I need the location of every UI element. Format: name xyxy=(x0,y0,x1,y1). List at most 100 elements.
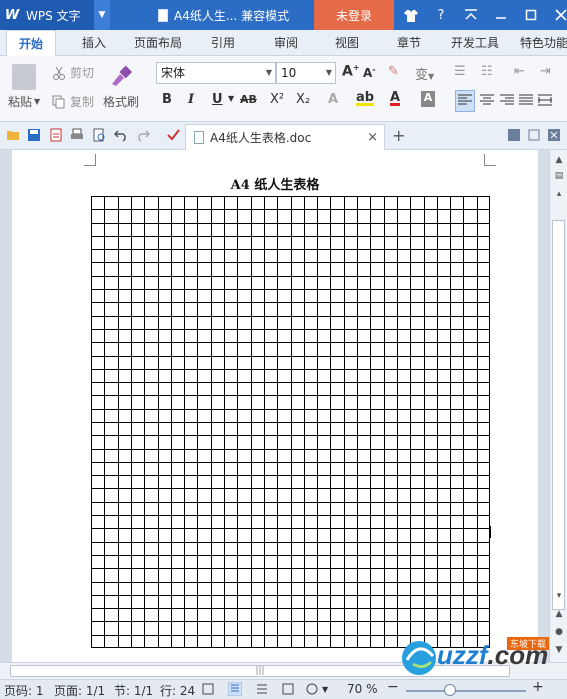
collapse-ribbon-icon[interactable] xyxy=(456,0,486,30)
vertical-scroll-thumb[interactable] xyxy=(552,220,565,610)
tab-insert[interactable]: 插入 xyxy=(82,30,106,56)
underline-button[interactable]: U xyxy=(212,92,223,107)
status-pages: 页面: 1/1 xyxy=(54,684,106,698)
font-size-select[interactable]: 10 ▼ xyxy=(276,62,336,84)
subscript-button[interactable]: X₂ xyxy=(296,92,310,107)
align-right-icon[interactable] xyxy=(500,94,514,106)
margin-corner-top-right xyxy=(484,154,496,166)
watermark-badge: 东坡下载 xyxy=(507,637,550,650)
superscript-button[interactable]: X² xyxy=(270,92,284,107)
new-tab-icon[interactable]: + xyxy=(392,126,405,145)
numbered-list-icon[interactable]: ☷ xyxy=(481,64,493,79)
clear-format-icon[interactable]: ✎ xyxy=(388,64,399,79)
customize-toolbar-icon[interactable] xyxy=(166,128,180,142)
life-grid-table[interactable] xyxy=(91,196,490,648)
cut-button[interactable]: 剪切 xyxy=(52,64,94,81)
reading-view-icon[interactable] xyxy=(282,683,294,695)
document-area: A4 纸人生表格 xyxy=(0,150,549,662)
zoom-slider-track[interactable] xyxy=(406,690,526,692)
tab-chapter[interactable]: 章节 xyxy=(397,30,421,56)
close-icon[interactable] xyxy=(546,0,567,30)
view-dropdown-icon[interactable]: ▼ xyxy=(322,685,328,694)
align-left-icon[interactable] xyxy=(458,94,472,106)
paste-button[interactable]: 粘贴 ▼ xyxy=(8,93,40,110)
zoom-slider-knob[interactable] xyxy=(444,684,456,696)
decrease-indent-icon[interactable]: ⇤ xyxy=(514,64,525,79)
align-center-icon[interactable] xyxy=(480,94,494,106)
tab-references[interactable]: 引用 xyxy=(211,30,235,56)
zoom-out-button[interactable]: − xyxy=(387,679,399,695)
shrink-font-icon[interactable]: A- xyxy=(363,65,376,80)
scroll-prev-icon[interactable]: ▲ xyxy=(550,152,567,168)
status-section: 节: 1/1 xyxy=(114,684,154,698)
prev-page-icon[interactable]: ▲ xyxy=(550,606,567,622)
document-page[interactable]: A4 纸人生表格 xyxy=(12,150,538,662)
text-cursor xyxy=(489,526,491,538)
close-tab-icon[interactable]: × xyxy=(367,130,378,145)
fit-page-icon[interactable] xyxy=(202,683,214,695)
tab-home[interactable]: 开始 xyxy=(6,30,56,57)
web-view-icon[interactable] xyxy=(306,683,318,695)
tab-view[interactable]: 视图 xyxy=(335,30,359,56)
distribute-icon[interactable] xyxy=(538,94,552,106)
status-bar: 页码: 1 页面: 1/1 节: 1/1 行: 24 ▼ 70 % − + xyxy=(0,679,567,699)
scroll-down-icon[interactable]: ▾ xyxy=(550,588,567,604)
export-pdf-icon[interactable] xyxy=(49,128,63,142)
text-effect-icon[interactable]: A xyxy=(328,92,338,107)
status-page: 页码: 1 xyxy=(4,684,44,698)
minimize-icon[interactable] xyxy=(486,0,516,30)
strikethrough-button[interactable]: AB xyxy=(240,93,257,106)
login-button[interactable]: 未登录 xyxy=(314,0,394,30)
ribbon-tabs: 开始 插入 页面布局 引用 审阅 视图 章节 开发工具 特色功能 xyxy=(0,30,567,57)
grow-font-icon[interactable]: A+ xyxy=(342,63,360,80)
maximize-icon[interactable] xyxy=(516,0,546,30)
app-menu-button[interactable]: W WPS 文字 ▼ xyxy=(0,0,110,30)
copy-label: 复制 xyxy=(70,95,95,109)
paste-icon[interactable] xyxy=(12,64,36,90)
format-painter-icon[interactable] xyxy=(108,64,134,88)
print-icon[interactable] xyxy=(70,128,84,142)
document-heading: A4 纸人生表格 xyxy=(230,178,320,193)
tab-page-layout[interactable]: 页面布局 xyxy=(134,30,182,56)
increase-indent-icon[interactable]: ⇥ xyxy=(540,64,551,79)
title-bar: W WPS 文字 ▼ A4纸人生... 兼容模式 未登录 ? xyxy=(0,0,567,30)
doc-map-icon[interactable]: ▤ xyxy=(550,168,567,184)
zoom-level[interactable]: 70 % xyxy=(347,682,378,696)
format-painter-button[interactable]: 格式刷 xyxy=(103,93,139,110)
app-menu-dropdown-icon[interactable]: ▼ xyxy=(94,0,110,30)
print-preview-icon[interactable] xyxy=(92,128,106,142)
undo-icon[interactable] xyxy=(114,128,128,142)
underline-dropdown-icon[interactable]: ▼ xyxy=(228,94,234,103)
tab-special-features[interactable]: 特色功能 xyxy=(520,30,567,56)
help-icon[interactable]: ? xyxy=(426,0,456,30)
tab-developer[interactable]: 开发工具 xyxy=(451,30,499,56)
scissors-icon xyxy=(53,66,65,80)
document-tab[interactable]: A4纸人生表格.doc × xyxy=(185,124,385,150)
wps-logo-icon: W xyxy=(4,7,20,23)
window-controls: ? xyxy=(396,0,567,30)
italic-button[interactable]: I xyxy=(188,92,194,107)
bullet-list-icon[interactable]: ☰ xyxy=(454,64,466,79)
scroll-up-icon[interactable]: ▴ xyxy=(550,186,567,202)
tab-list-icon[interactable] xyxy=(508,129,520,141)
zoom-in-button[interactable]: + xyxy=(532,679,544,695)
skin-icon[interactable] xyxy=(396,0,426,30)
bold-button[interactable]: B xyxy=(162,92,172,107)
font-name-select[interactable]: 宋体 ▼ xyxy=(156,62,276,84)
redo-icon[interactable] xyxy=(136,128,150,142)
highlight-icon[interactable]: ab xyxy=(356,90,375,106)
outline-view-icon[interactable] xyxy=(256,683,268,695)
font-color-icon[interactable]: A xyxy=(390,90,401,106)
save-icon[interactable] xyxy=(27,128,41,142)
open-folder-icon[interactable] xyxy=(6,128,20,142)
tab-review[interactable]: 审阅 xyxy=(274,30,298,56)
page-view-icon[interactable] xyxy=(228,682,242,696)
phonetic-guide-button[interactable]: 变▼ xyxy=(415,64,434,83)
char-shading-icon[interactable]: A xyxy=(421,91,435,107)
copy-button[interactable]: 复制 xyxy=(52,93,94,110)
close-doc-icon[interactable] xyxy=(548,129,560,141)
vertical-scrollbar[interactable]: ▲ ▤ ▴ ▾ ▲ ● ▼ xyxy=(549,150,567,662)
cut-label: 剪切 xyxy=(70,66,95,80)
justify-icon[interactable] xyxy=(519,94,533,106)
restore-doc-icon[interactable] xyxy=(528,129,540,141)
